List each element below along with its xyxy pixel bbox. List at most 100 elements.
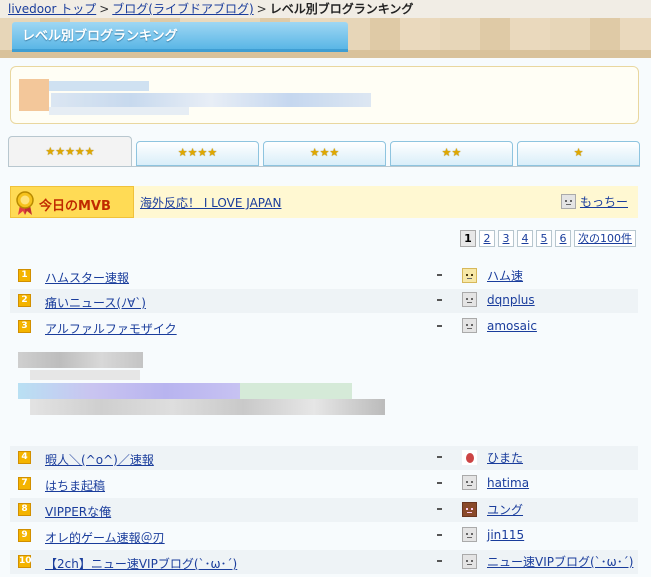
blog-link[interactable]: VIPPERな俺 [45,503,111,520]
rank-badge: 9 [18,529,31,542]
user-link[interactable]: amosaic [487,319,537,333]
tab-one-star[interactable]: ★ [517,141,640,166]
ranking-row: 2 痛いニュース(ﾉ∀`) dqnplus [10,289,638,313]
mvb-user-link[interactable]: もっちー [580,193,628,210]
divider [437,325,442,327]
divider [437,274,442,276]
blog-owner: amosaic [462,318,537,333]
user-link[interactable]: ニュー速VIPブログ(`･ω･´) [487,553,633,570]
page-1-current: 1 [460,230,476,247]
user-link[interactable]: ユング [487,501,523,518]
blog-owner: jin115 [462,527,524,542]
ranking-row: 1 ハムスター速報 ハム速 [10,264,638,288]
default-avatar-icon [462,292,477,307]
breadcrumb: livedoor トップ > ブログ(ライブドアブログ) > レベル別ブログランキング [8,0,413,18]
blog-link[interactable]: オレ的ゲーム速報＠刃 [45,529,165,546]
tab-three-stars[interactable]: ★★★ [263,141,386,166]
page-5-link[interactable]: 5 [536,230,552,247]
blog-link[interactable]: 【2ch】ニュー速VIPブログ(`･ω･´) [45,555,237,572]
breadcrumb-home-link[interactable]: livedoor トップ [8,2,96,16]
divider [437,560,442,562]
blog-owner: dqnplus [462,292,535,307]
two-stars-icon: ★★ [441,146,462,159]
ranking-row: 10 【2ch】ニュー速VIPブログ(`･ω･´) ニュー速VIPブログ(`･ω… [10,550,638,574]
mvb-label: 今日のMVB [39,199,111,214]
one-star-icon: ★ [573,146,584,159]
blog-owner: ニュー速VIPブログ(`･ω･´) [462,553,633,570]
blog-description-box [10,66,639,124]
blurred-ad-link [240,383,352,399]
ranking-row: 7 はちま起稿 hatima [10,472,638,496]
default-avatar-icon [462,554,477,569]
hamster-avatar-icon [462,268,477,283]
blurred-ad-text [30,399,385,415]
user-link[interactable]: ひまた [487,449,523,466]
tab-four-stars[interactable]: ★★★★ [136,141,259,166]
page-4-link[interactable]: 4 [517,230,533,247]
tab-five-stars[interactable]: ★★★★★ [8,136,132,166]
breadcrumb-category-link[interactable]: ブログ(ライブドアブログ) [112,2,253,16]
rank-badge: 3 [18,320,31,333]
blurred-text [51,93,371,107]
rank-badge: 7 [18,477,31,490]
divider [437,299,442,301]
next-page-link[interactable]: 次の100件 [574,230,636,247]
blog-link[interactable]: アルファルファモザイク [45,320,177,337]
blog-link[interactable]: 痛いニュース(ﾉ∀`) [45,294,146,311]
tabs-divider [8,166,640,167]
page-6-link[interactable]: 6 [555,230,571,247]
blog-owner: ユング [462,501,523,518]
three-stars-icon: ★★★ [309,146,340,159]
ranking-row: 9 オレ的ゲーム速報＠刃 jin115 [10,524,638,548]
main-panel: ★★★★★ ★★★★ ★★★ ★★ ★ 今日のMVB 海外反応！ I LOVE … [0,58,651,577]
divider [437,482,442,484]
mvb-blog-link[interactable]: 海外反応！ I LOVE JAPAN [140,194,281,211]
ranking-row: 8 VIPPERな俺 ユング [10,498,638,522]
blog-owner: hatima [462,475,529,490]
mvb-user: もっちー [560,193,628,210]
page-2-link[interactable]: 2 [479,230,495,247]
user-link[interactable]: dqnplus [487,293,535,307]
blurred-text [49,107,189,115]
tab-two-stars[interactable]: ★★ [390,141,513,166]
default-avatar-icon [462,527,477,542]
user-link[interactable]: ハム速 [487,267,523,284]
default-avatar-icon [462,475,477,490]
blurred-ad-line [30,370,140,380]
pagination: 1 2 3 4 5 6 次の100件 [460,230,636,247]
red-avatar-icon [462,450,477,465]
five-stars-icon: ★★★★★ [45,145,95,158]
blurred-ad-title [18,352,143,368]
blog-owner: ハム速 [462,267,523,284]
user-link[interactable]: hatima [487,476,529,490]
blog-link[interactable]: 暇人＼(^o^)／速報 [45,451,154,468]
mvb-row: 今日のMVB 海外反応！ I LOVE JAPAN もっちー [10,186,638,218]
divider [437,508,442,510]
breadcrumb-separator: > [99,2,110,16]
divider [437,534,442,536]
rank-badge: 10 [18,555,32,568]
blog-link[interactable]: はちま起稿 [45,477,105,494]
star-level-tabs: ★★★★★ ★★★★ ★★★ ★★ ★ [8,136,640,166]
blurred-ad-link [18,383,240,399]
four-stars-icon: ★★★★ [177,146,218,159]
blog-link[interactable]: ハムスター速報 [45,269,129,286]
page-title: レベル別ブログランキング [12,22,348,52]
rank-badge: 1 [18,269,31,282]
medal-icon [16,191,34,215]
ranking-row: 4 暇人＼(^o^)／速報 ひまた [10,446,638,470]
rank-badge: 8 [18,503,31,516]
rank-badge: 2 [18,294,31,307]
breadcrumb-separator: > [256,2,267,16]
breadcrumb-current: レベル別ブログランキング [269,2,414,16]
user-link[interactable]: jin115 [487,528,524,542]
mvb-badge: 今日のMVB [10,186,134,218]
default-avatar-icon [462,318,477,333]
page-3-link[interactable]: 3 [498,230,514,247]
divider [437,456,442,458]
blurred-logo [19,79,49,111]
rank-badge: 4 [18,451,31,464]
girl-avatar-icon [462,502,477,517]
default-avatar-icon [560,194,576,209]
blog-owner: ひまた [462,449,523,466]
